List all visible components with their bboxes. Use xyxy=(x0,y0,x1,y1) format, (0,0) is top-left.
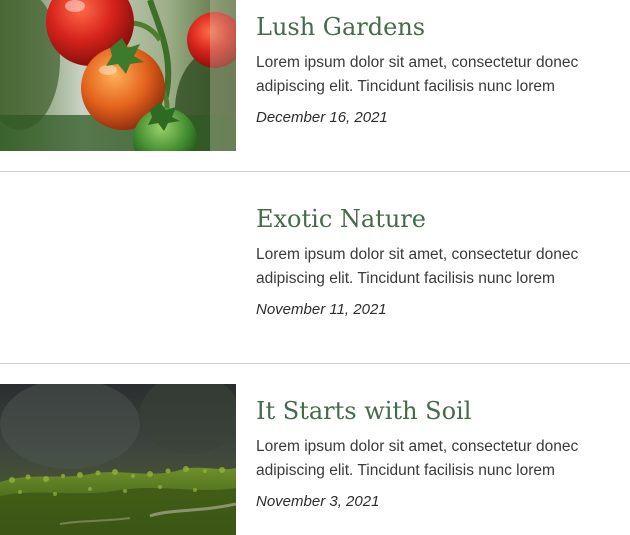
post-title[interactable]: It Starts with Soil xyxy=(256,395,626,427)
post-thumbnail-tomatoes[interactable] xyxy=(0,0,236,151)
post-item[interactable]: Exotic Nature Lorem ipsum dolor sit amet… xyxy=(0,192,630,343)
post-content: It Starts with Soil Lorem ipsum dolor si… xyxy=(256,384,626,512)
post-title[interactable]: Lush Gardens xyxy=(256,11,626,43)
post-list: Lush Gardens Lorem ipsum dolor sit amet,… xyxy=(0,0,630,535)
tomatoes-photo xyxy=(0,0,236,151)
divider xyxy=(0,363,630,364)
post-date: November 11, 2021 xyxy=(256,301,387,318)
post-item[interactable]: Lush Gardens Lorem ipsum dolor sit amet,… xyxy=(0,0,630,151)
post-excerpt: Lorem ipsum dolor sit amet, consectetur … xyxy=(256,54,579,95)
post-content: Exotic Nature Lorem ipsum dolor sit amet… xyxy=(256,192,626,320)
post-thumbnail-moss[interactable] xyxy=(0,384,236,535)
divider xyxy=(0,171,630,172)
post-excerpt: Lorem ipsum dolor sit amet, consectetur … xyxy=(256,438,579,479)
post-item[interactable]: It Starts with Soil Lorem ipsum dolor si… xyxy=(0,384,630,535)
moss-photo xyxy=(0,384,236,535)
post-title[interactable]: Exotic Nature xyxy=(256,203,626,235)
post-excerpt: Lorem ipsum dolor sit amet, consectetur … xyxy=(256,246,579,287)
post-content: Lush Gardens Lorem ipsum dolor sit amet,… xyxy=(256,0,626,128)
post-date: December 16, 2021 xyxy=(256,109,388,126)
post-date: November 3, 2021 xyxy=(256,493,380,510)
post-thumbnail-empty xyxy=(0,192,236,343)
